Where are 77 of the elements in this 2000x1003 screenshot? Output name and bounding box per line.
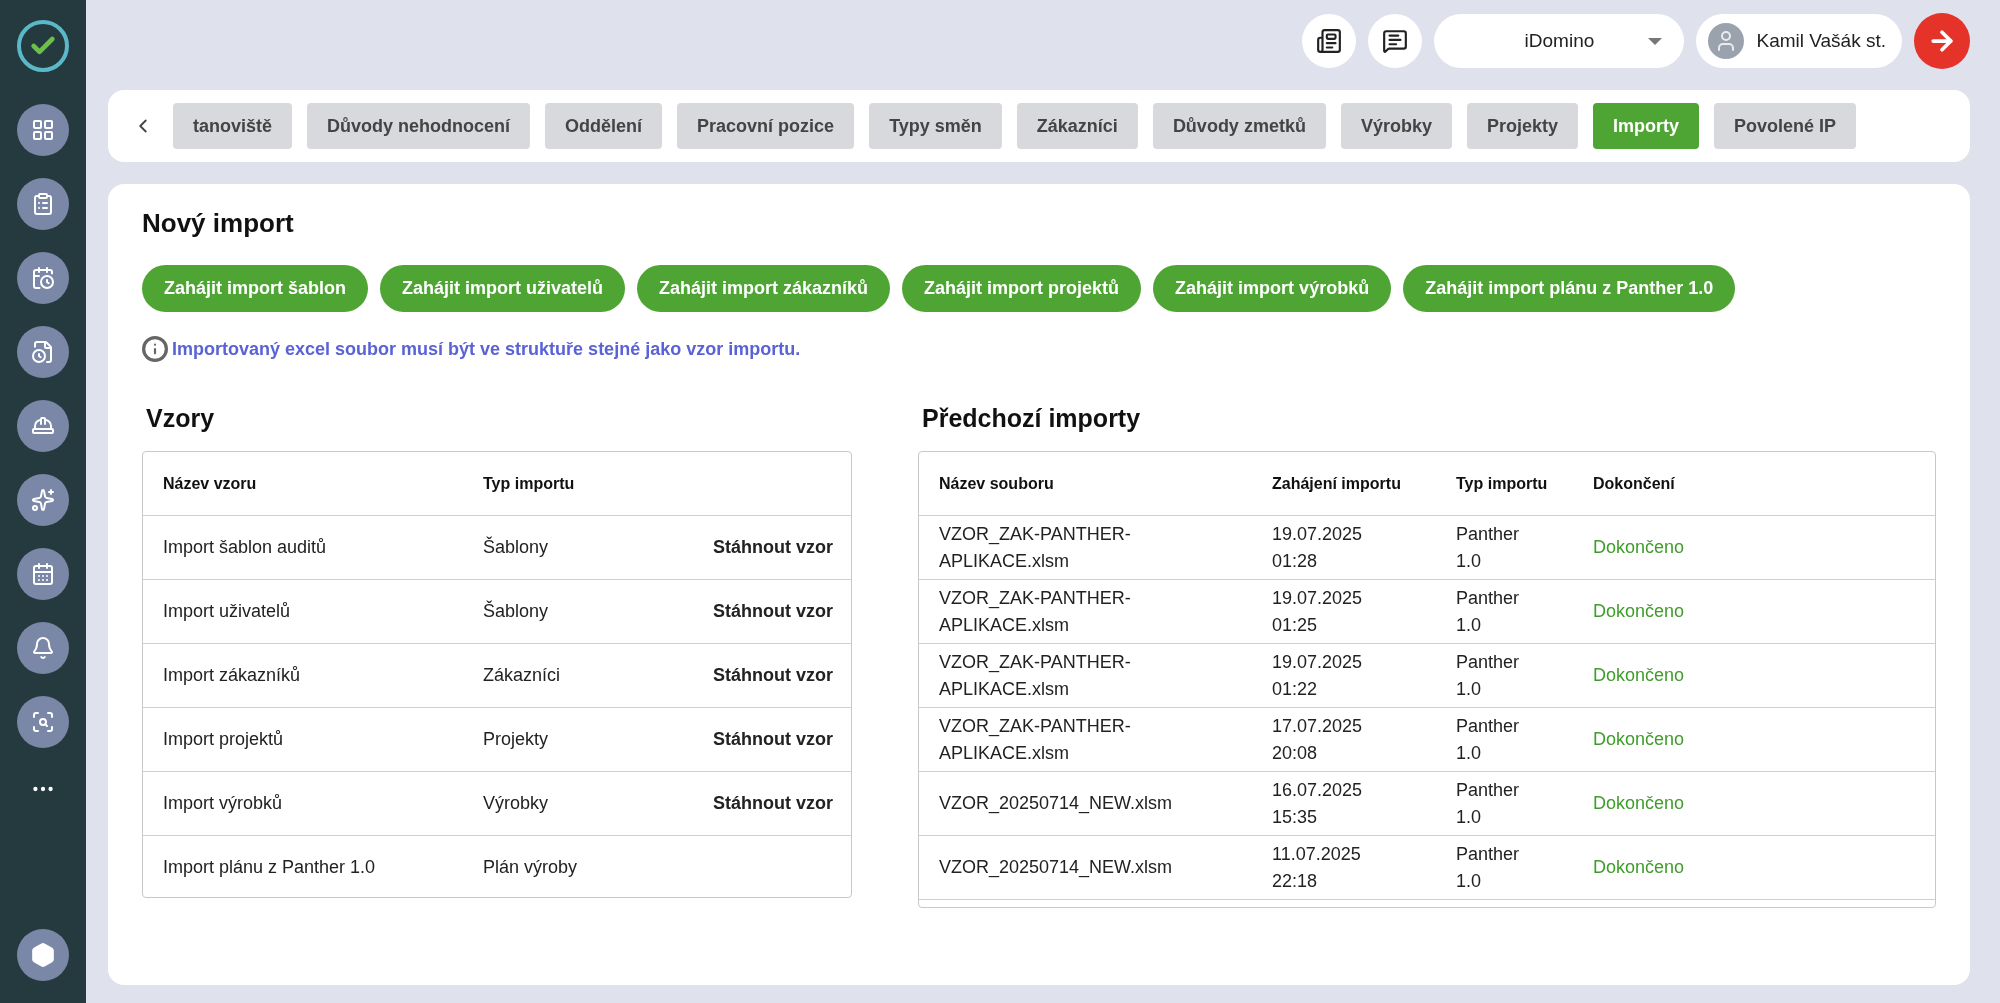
column-header: Typ importu [483,474,576,493]
column-header: Typ importu [1456,474,1549,493]
status-text: Dokončeno [1593,728,1686,751]
info-text: Importovaný excel soubor musí být ve struktuře stejné jako vzor importu. [172,338,801,360]
logo-icon [17,20,69,72]
column-header: Název souboru [939,474,1055,493]
table-cell-text: Panther 1.0 [1456,778,1521,829]
column-header: Název vzoru [163,474,258,493]
workspace-select[interactable]: iDomino [1434,14,1685,68]
table-cell-text: Panther 1.0 [1456,842,1521,893]
table-cell-text: VZOR_ZAK-PANTHER-APLIKACE.xlsm [939,586,1132,637]
table-cell-text: 19.07.2025 01:25 [1272,586,1364,637]
calendar-icon[interactable] [17,548,69,600]
worker-icon[interactable] [17,400,69,452]
table-cell-text: Výrobky [483,792,550,815]
table-cell-text: Plán výroby [483,856,579,879]
table-cell-text: Import výrobků [163,792,284,815]
status-text: Dokončeno [1593,856,1686,879]
clipboard-icon[interactable] [17,178,69,230]
bell-icon[interactable] [17,622,69,674]
section-title: Nový import [142,208,295,239]
table-cell-text: Zákazníci [483,664,562,687]
table-cell-text: Šablony [483,599,550,623]
table-cell-text: Import projektů [163,728,285,751]
tab[interactable]: Pracovní pozice [677,103,855,149]
calendar-clock-icon[interactable] [17,252,69,304]
tab[interactable]: tanoviště [173,103,293,149]
news-icon[interactable] [1302,14,1357,68]
tab[interactable]: Projekty [1466,103,1578,149]
tab[interactable]: Povolené IP [1714,103,1857,149]
table-cell-text: 19.07.2025 01:28 [1272,522,1364,573]
download-link[interactable]: Stáhnout vzor [713,790,851,817]
download-link[interactable]: Stáhnout vzor [713,534,851,561]
section-title: Předchozí importy [922,404,1142,433]
table-cell-text: VZOR_ZAK-PANTHER-APLIKACE.xlsm [939,522,1132,573]
scan-icon[interactable] [17,696,69,748]
table-cell-text: VZOR_ZAK-PANTHER-APLIKACE.xlsm [939,650,1132,701]
download-link[interactable]: Stáhnout vzor [713,598,851,625]
download-link[interactable]: Stáhnout vzor [713,662,851,689]
status-text: Dokončeno [1593,600,1686,623]
table-cell-text: Panther 1.0 [1456,650,1521,701]
column-header: Zahájení importu [1272,474,1402,493]
table-cell-text: Import uživatelů [163,600,292,623]
logout-icon[interactable] [1914,13,1970,69]
status-text: Dokončeno [1593,536,1686,559]
user-menu[interactable]: Kamil Vašák st. [1696,14,1902,68]
table-cell-text: Panther 1.0 [1456,522,1521,573]
status-text: Dokončeno [1593,664,1686,687]
tab[interactable]: Důvody nehodnocení [307,103,531,149]
document-clock-icon[interactable] [17,326,69,378]
table-cell-text: 17.07.2025 20:08 [1272,714,1364,765]
column-header: Dokončení [1593,474,1676,493]
table-cell-text: Import zákazníků [163,664,302,687]
table-cell-text: Panther 1.0 [1456,586,1521,637]
table-cell-text: Import plánu z Panther 1.0 [163,856,377,879]
section-title: Vzory [146,404,216,433]
info-icon [142,336,168,362]
dashboard-icon[interactable] [17,104,69,156]
table-cell-text: Import šablon auditů [163,536,328,559]
status-text: Dokončeno [1593,792,1686,815]
table-cell-text: 19.07.2025 01:22 [1272,650,1364,701]
table-cell-text: Panther 1.0 [1456,714,1521,765]
tab[interactable]: Výrobky [1340,103,1452,149]
table-cell-text: VZOR_ZAK-PANTHER-APLIKACE.xlsm [939,714,1132,765]
tab[interactable]: Typy směn [869,103,1002,149]
table-cell-text: 11.07.2025 22:18 [1272,842,1362,893]
tab[interactable]: Zákazníci [1016,103,1138,149]
table-cell-text: 16.07.2025 15:35 [1272,778,1364,829]
table-cell-text: VZOR_20250714_NEW.xlsm [939,856,1174,880]
avatar-icon [1708,23,1745,59]
download-link[interactable]: Stáhnout vzor [713,726,851,753]
table-cell-text: Šablony [483,535,550,559]
tab[interactable]: Důvody zmetků [1152,103,1326,149]
tab[interactable]: Oddělení [545,103,663,149]
table-cell-text: VZOR_20250714_NEW.xlsm [939,792,1174,816]
message-icon[interactable] [1368,14,1423,68]
table-cell-text: Projekty [483,728,550,751]
